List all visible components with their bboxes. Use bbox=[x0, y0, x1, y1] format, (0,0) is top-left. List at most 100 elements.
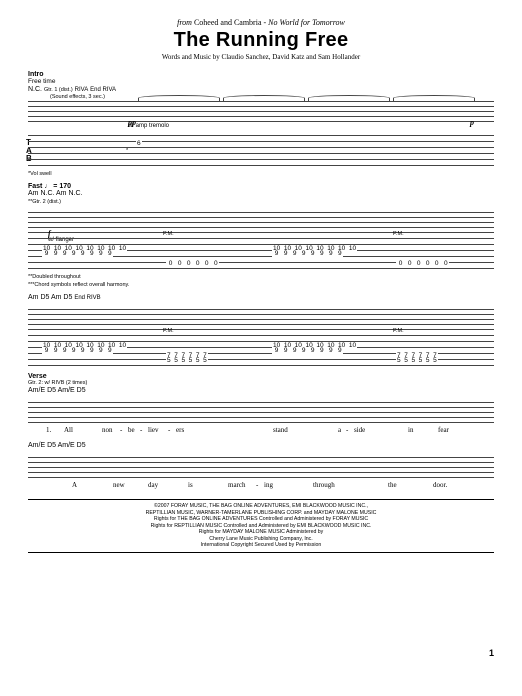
chord-d5: D5 bbox=[77, 387, 86, 394]
sys3-chord-row: Am D5 Am D5 End RIVB bbox=[28, 294, 494, 303]
lyric: the bbox=[388, 481, 397, 489]
lyric: side bbox=[354, 426, 365, 434]
intro-tempo-note: Free time bbox=[28, 78, 494, 85]
chord-d5: D5 bbox=[40, 294, 49, 301]
system-verse-1: Verse Gtr. 2: w/ RIVB (2 times) Am/E D5 … bbox=[28, 373, 494, 436]
gtr2-label: **Gtr. 2 (dist.) bbox=[28, 199, 61, 205]
chord-am: Am bbox=[56, 190, 67, 197]
lyric: ers bbox=[176, 426, 184, 434]
artist-name: Coheed and Cambria bbox=[194, 18, 262, 27]
tab-low: 0 0 0 0 0 0 bbox=[166, 260, 219, 267]
sys4-chord-row: Am/E D5 Am/E D5 bbox=[28, 387, 494, 396]
tie bbox=[138, 95, 220, 101]
lyric: through bbox=[313, 481, 335, 489]
page-number: 1 bbox=[489, 648, 494, 658]
system-fast: Fast ♩ = 170 Am N.C. Am N.C. **Gtr. 2 (d… bbox=[28, 183, 494, 288]
chord-ame: Am/E bbox=[28, 442, 45, 449]
lyric: - bbox=[168, 426, 170, 434]
lyric: - bbox=[346, 426, 348, 434]
song-title: The Running Free bbox=[28, 29, 494, 52]
sys3-tab: 10 10 10 10 10 10 10 10 9 9 9 9 9 9 9 9 … bbox=[28, 333, 494, 367]
album-name: No World for Tomorrow bbox=[268, 18, 345, 27]
lyric: in bbox=[408, 426, 413, 434]
tab-num: 6 bbox=[136, 140, 142, 147]
lyric: A bbox=[72, 481, 77, 489]
footnote-doubled: **Doubled throughout bbox=[28, 274, 494, 280]
chord-am: Am bbox=[28, 190, 39, 197]
fast-label: Fast ♩ = 170 bbox=[28, 183, 494, 190]
sys4-staff bbox=[28, 397, 494, 425]
copyright-block: ©2007 FORAY MUSIC, THE BAG ONLINE ADVENT… bbox=[28, 499, 494, 553]
end-riva-marker: End RIVA bbox=[90, 87, 116, 93]
end-rivb-marker: End RIVB bbox=[74, 295, 100, 301]
gtr2-label-row: **Gtr. 2 (dist.) bbox=[28, 199, 494, 206]
sys5-lyrics: A new day is march - ing through the doo… bbox=[28, 481, 494, 491]
chord-d5: D5 bbox=[47, 387, 56, 394]
lyric: is bbox=[188, 481, 193, 489]
lyric: ing bbox=[264, 481, 273, 489]
tab-low: 0 0 0 0 0 0 bbox=[396, 260, 449, 267]
copyright-line: International Copyright Secured Used by … bbox=[28, 542, 494, 549]
tab-bot: 9 9 9 9 9 9 9 9 bbox=[272, 347, 343, 354]
sys5-staff bbox=[28, 452, 494, 480]
chord-am: Am bbox=[28, 294, 39, 301]
fast-staff: f w/ flanger P.M. P.M. bbox=[28, 207, 494, 235]
chord-nc: N.C. bbox=[68, 190, 82, 197]
tab-bot: 9 9 9 9 9 9 9 9 bbox=[272, 250, 343, 257]
lyric: - bbox=[140, 426, 142, 434]
chord-d5: D5 bbox=[63, 294, 72, 301]
fast-label-text: Fast bbox=[28, 183, 42, 190]
lyric: day bbox=[148, 481, 158, 489]
riff-note-row: Gtr. 2: w/ RIVB (2 times) bbox=[28, 380, 494, 387]
sys5-chord-row: Am/E D5 Am/E D5 bbox=[28, 442, 494, 451]
sheet-page: from Coheed and Cambria - No World for T… bbox=[0, 0, 522, 666]
lyric: be bbox=[128, 426, 135, 434]
lyric: - bbox=[120, 426, 122, 434]
lyric: non bbox=[102, 426, 113, 434]
chord-ame: Am/E bbox=[58, 387, 75, 394]
riva-marker: RIVA bbox=[75, 87, 89, 93]
lyric: stand bbox=[273, 426, 288, 434]
chord-d5: D5 bbox=[47, 442, 56, 449]
lyric: liev bbox=[148, 426, 159, 434]
lyric: - bbox=[256, 481, 258, 489]
tie bbox=[308, 95, 390, 101]
tab-d5-bot: 5 5 5 5 5 5 bbox=[166, 357, 208, 364]
separator: - bbox=[264, 18, 267, 27]
lyric: door. bbox=[433, 481, 447, 489]
footnote-harmony: ***Chord symbols reflect overall harmony… bbox=[28, 282, 494, 288]
perf-row: w/ amp tremolo bbox=[28, 125, 494, 132]
chord-nc: N.C. bbox=[40, 190, 54, 197]
tab-bot: 9 9 9 9 9 9 9 9 bbox=[42, 250, 113, 257]
lyric-num: 1. bbox=[46, 426, 51, 434]
song-credits: Words and Music by Claudio Sanchez, Davi… bbox=[28, 53, 494, 61]
source-line: from Coheed and Cambria - No World for T… bbox=[28, 18, 494, 27]
chord-ame: Am/E bbox=[28, 387, 45, 394]
vol-swell-asterisk: * bbox=[126, 148, 128, 154]
sys3-staff: P.M. P.M. bbox=[28, 304, 494, 332]
fast-chord-row: Am N.C. Am N.C. bbox=[28, 190, 494, 199]
tab-d5-bot: 5 5 5 5 5 5 bbox=[396, 357, 438, 364]
lyric: a bbox=[338, 426, 341, 434]
intro-staff: (Sound effects, 3 sec.) pp p bbox=[28, 96, 494, 124]
system-verse-2: Am/E D5 Am/E D5 A new day is march - ing… bbox=[28, 442, 494, 491]
tab-bot: 9 9 9 9 9 9 9 9 bbox=[42, 347, 113, 354]
fast-tempo: ♩ = 170 bbox=[44, 183, 71, 190]
tie bbox=[393, 95, 475, 101]
system-3: Am D5 Am D5 End RIVB P.M. P.M. 10 10 10 … bbox=[28, 294, 494, 367]
footnote-volswell: *Vol swell bbox=[28, 171, 494, 177]
intro-chord: N.C. bbox=[28, 86, 42, 93]
system-intro: Intro Free time N.C. Gtr. 1 (dist.) RIVA… bbox=[28, 71, 494, 177]
sys4-lyrics: 1. All non - be - liev - ers stand a - s… bbox=[28, 426, 494, 436]
fx-note: (Sound effects, 3 sec.) bbox=[50, 94, 105, 100]
intro-tab: TAB 6 * bbox=[28, 133, 494, 167]
intro-gtr-label: Gtr. 1 (dist.) bbox=[44, 87, 73, 93]
lyric: new bbox=[113, 481, 125, 489]
fast-tab: 10 10 10 10 10 10 10 10 9 9 9 9 9 9 9 9 … bbox=[28, 236, 494, 270]
verse-label: Verse bbox=[28, 373, 494, 380]
section-intro-label: Intro bbox=[28, 71, 494, 78]
chord-am: Am bbox=[51, 294, 62, 301]
tie bbox=[223, 95, 305, 101]
perf-tremolo: w/ amp tremolo bbox=[128, 123, 169, 129]
riff-note: Gtr. 2: w/ RIVB (2 times) bbox=[28, 380, 87, 386]
